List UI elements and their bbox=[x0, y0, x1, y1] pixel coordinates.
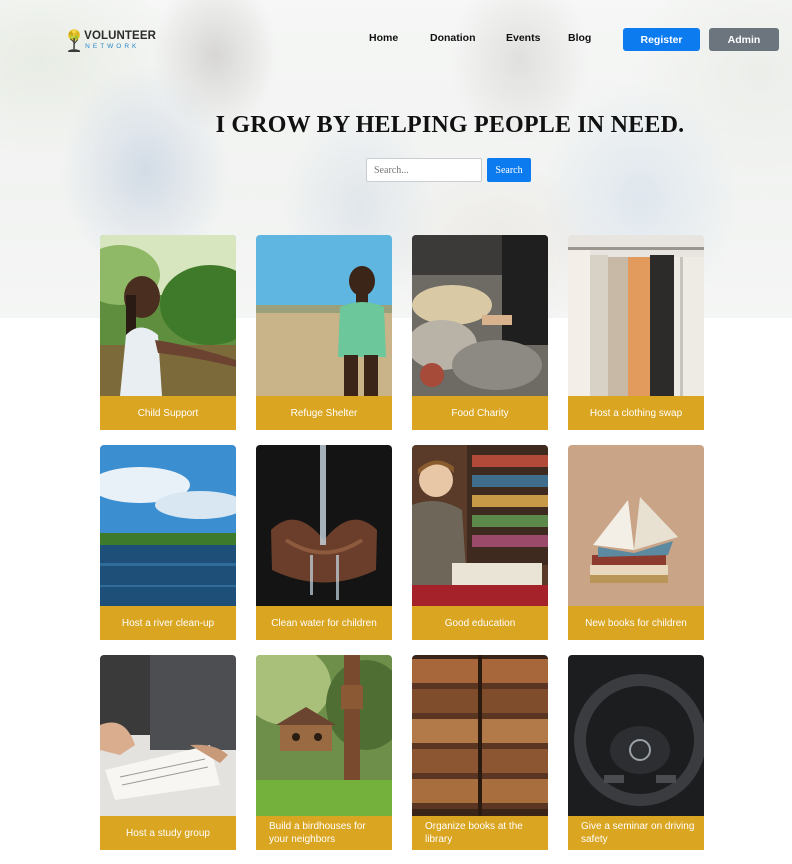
card-label: New books for children bbox=[568, 606, 704, 640]
card-new-books[interactable]: New books for children bbox=[568, 445, 704, 640]
card-birdhouses[interactable]: Build a birdhouses for your neighbors bbox=[256, 655, 392, 850]
card-label: Clean water for children bbox=[256, 606, 392, 640]
brand-subtitle: NETWORK bbox=[85, 43, 140, 50]
tree-icon bbox=[68, 29, 80, 53]
nav-donation[interactable]: Donation bbox=[430, 32, 476, 44]
admin-button[interactable]: Admin bbox=[709, 28, 779, 51]
card-organize-books[interactable]: Organize books at the library bbox=[412, 655, 548, 850]
clothing-rack-photo bbox=[568, 235, 704, 396]
nav-events[interactable]: Events bbox=[506, 32, 540, 44]
card-label: Refuge Shelter bbox=[256, 396, 392, 430]
birdhouse-photo bbox=[256, 655, 392, 816]
card-study-group[interactable]: Host a study group bbox=[100, 655, 236, 850]
girl-outdoors-photo bbox=[100, 235, 236, 396]
boy-in-field-photo bbox=[256, 235, 392, 396]
brand-name: VOLUNTEER bbox=[84, 30, 156, 42]
card-label: Host a study group bbox=[100, 816, 236, 850]
nav-blog[interactable]: Blog bbox=[568, 32, 591, 44]
card-driving-safety[interactable]: Give a seminar on driving safety bbox=[568, 655, 704, 850]
search-button[interactable]: Search bbox=[487, 158, 531, 182]
card-label: Give a seminar on driving safety bbox=[568, 816, 704, 850]
card-label: Child Support bbox=[100, 396, 236, 430]
study-papers-photo bbox=[100, 655, 236, 816]
search-input[interactable] bbox=[366, 158, 482, 182]
steering-wheel-photo bbox=[568, 655, 704, 816]
food-market-photo bbox=[412, 235, 548, 396]
card-label: Host a river clean-up bbox=[100, 606, 236, 640]
library-shelves-photo bbox=[412, 655, 548, 816]
card-food-charity[interactable]: Food Charity bbox=[412, 235, 548, 430]
register-button[interactable]: Register bbox=[623, 28, 700, 51]
brand-logo[interactable]: VOLUNTEER NETWORK bbox=[66, 22, 156, 60]
card-label: Build a birdhouses for your neighbors bbox=[256, 816, 392, 850]
card-label: Food Charity bbox=[412, 396, 548, 430]
card-clothing-swap[interactable]: Host a clothing swap bbox=[568, 235, 704, 430]
card-label: Host a clothing swap bbox=[568, 396, 704, 430]
open-books-photo bbox=[568, 445, 704, 606]
card-child-support[interactable]: Child Support bbox=[100, 235, 236, 430]
card-river-cleanup[interactable]: Host a river clean-up bbox=[100, 445, 236, 640]
card-clean-water[interactable]: Clean water for children bbox=[256, 445, 392, 640]
card-refuge-shelter[interactable]: Refuge Shelter bbox=[256, 235, 392, 430]
river-landscape-photo bbox=[100, 445, 236, 606]
hero-headline: I GROW BY HELPING PEOPLE IN NEED. bbox=[215, 112, 685, 138]
nav-home[interactable]: Home bbox=[369, 32, 398, 44]
card-good-education[interactable]: Good education bbox=[412, 445, 548, 640]
card-label: Organize books at the library bbox=[412, 816, 548, 850]
boy-reading-photo bbox=[412, 445, 548, 606]
card-label: Good education bbox=[412, 606, 548, 640]
water-hands-photo bbox=[256, 445, 392, 606]
